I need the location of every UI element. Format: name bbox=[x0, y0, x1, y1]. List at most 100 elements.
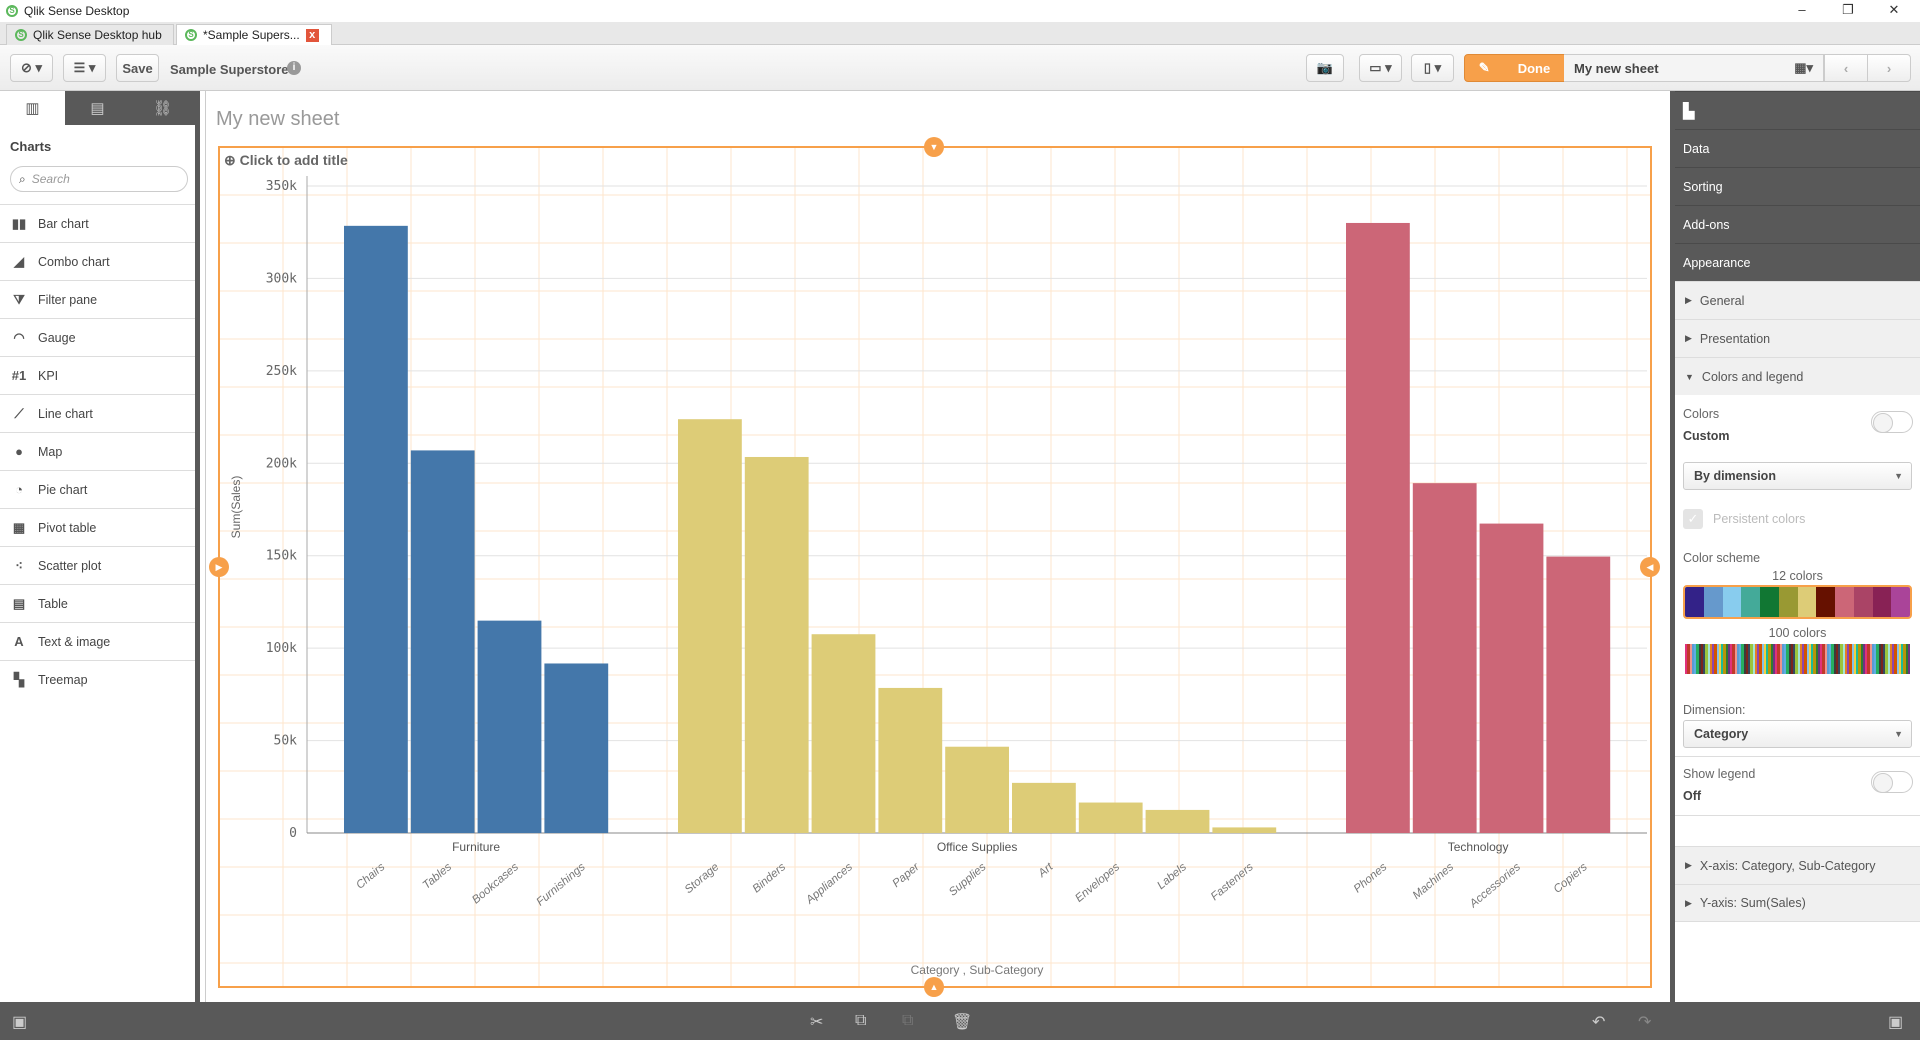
bar-phones bbox=[1346, 222, 1410, 833]
bar-paper bbox=[878, 687, 943, 833]
paste-icon[interactable]: ⧉ bbox=[902, 1012, 913, 1030]
dropdown-value: By dimension bbox=[1694, 469, 1776, 483]
color-swatch bbox=[1835, 587, 1854, 617]
bar-fasteners bbox=[1212, 827, 1277, 833]
dimension-dropdown[interactable]: Category ▼ bbox=[1683, 720, 1912, 748]
y-tick-label: 50k bbox=[274, 734, 298, 749]
x-group-label: Furniture bbox=[452, 840, 500, 854]
toggle-properties-panel-icon[interactable]: ▣ bbox=[1888, 1012, 1903, 1032]
color-swatch bbox=[1685, 587, 1704, 617]
properties-panel: ▙ Data Sorting Add-ons Appearance ▶ Gener… bbox=[1670, 91, 1920, 1002]
x-tick-label: Paper bbox=[891, 860, 923, 890]
color-scheme-100[interactable] bbox=[1683, 642, 1912, 676]
divider bbox=[1675, 756, 1920, 757]
undo-icon[interactable]: ↶ bbox=[1592, 1012, 1605, 1032]
plus-icon: ⊕ bbox=[224, 152, 236, 168]
color-swatch bbox=[1853, 587, 1873, 617]
color-swatch bbox=[1816, 587, 1835, 617]
colors-toggle[interactable] bbox=[1871, 411, 1913, 433]
chevron-down-icon: ▼ bbox=[1894, 471, 1903, 481]
caret-right-icon: ▶ bbox=[1685, 333, 1692, 343]
color-swatch bbox=[1741, 587, 1760, 617]
scheme-100-label: 100 colors bbox=[1768, 626, 1827, 640]
x-tick-label: Accessories bbox=[1467, 861, 1523, 911]
y-tick-label: 350k bbox=[266, 179, 297, 194]
color-scheme-label: Color scheme bbox=[1683, 551, 1761, 565]
caret-right-icon: ▶ bbox=[1685, 897, 1692, 908]
divider bbox=[1675, 815, 1920, 816]
dimension-label: Dimension: bbox=[1683, 703, 1746, 717]
color-swatch bbox=[1778, 587, 1798, 617]
label: Colors and legend bbox=[1701, 369, 1804, 384]
toggle-assets-panel-icon[interactable]: ▣ bbox=[12, 1012, 27, 1032]
bar-appliances bbox=[811, 634, 876, 833]
subsection-colors-legend[interactable]: ▼ Colors and legend bbox=[1675, 357, 1920, 395]
colors-label: Colors bbox=[1683, 407, 1720, 421]
add-title-button[interactable]: ⊕ Click to add title bbox=[224, 152, 348, 169]
x-tick-label: Appliances bbox=[803, 861, 855, 907]
resize-handle-top[interactable]: ▼ bbox=[924, 137, 944, 157]
chart-title-placeholder: Click to add title bbox=[239, 152, 348, 168]
show-legend-toggle[interactable] bbox=[1871, 771, 1913, 793]
bar-machines bbox=[1412, 483, 1477, 833]
color-scheme-12[interactable] bbox=[1683, 585, 1912, 619]
subsection-y-axis[interactable]: ▶ Y-axis: Sum(Sales) bbox=[1675, 884, 1920, 922]
bar-furnishings bbox=[544, 663, 609, 833]
x-tick-label: Chairs bbox=[354, 861, 387, 892]
bar-binders bbox=[744, 456, 809, 833]
subsection-presentation[interactable]: ▶ Presentation bbox=[1675, 319, 1920, 357]
color-swatch bbox=[1797, 587, 1817, 617]
caret-right-icon: ▶ bbox=[1685, 295, 1692, 305]
bar-supplies bbox=[945, 746, 1009, 833]
y-tick-label: 300k bbox=[266, 271, 297, 286]
y-axis-title: Sum(Sales) bbox=[229, 476, 243, 539]
bar-bookcases bbox=[477, 620, 542, 833]
y-tick-label: 250k bbox=[266, 364, 297, 379]
copy-icon[interactable]: ⧉ bbox=[855, 1012, 866, 1030]
colors-mode-dropdown[interactable]: By dimension ▼ bbox=[1683, 462, 1912, 490]
x-tick-label: Art bbox=[1036, 861, 1056, 881]
show-legend-value: Off bbox=[1683, 789, 1702, 803]
bar-storage bbox=[678, 419, 742, 833]
x-tick-label: Storage bbox=[683, 861, 722, 896]
colors-value: Custom bbox=[1683, 429, 1730, 443]
section-appearance[interactable]: Appearance bbox=[1675, 243, 1920, 281]
bar-envelopes bbox=[1078, 802, 1143, 833]
x-group-label: Office Supplies bbox=[937, 840, 1018, 854]
bar-copiers bbox=[1546, 556, 1611, 833]
resize-handle-bottom[interactable]: ▲ bbox=[924, 977, 944, 997]
x-tick-label: Tables bbox=[421, 861, 455, 892]
bar-chairs bbox=[344, 225, 408, 833]
label: X-axis: Category, Sub-Category bbox=[1699, 858, 1876, 873]
bar-art bbox=[1012, 782, 1076, 833]
y-tick-label: 100k bbox=[266, 641, 297, 656]
label: Presentation bbox=[1699, 331, 1771, 346]
section-data[interactable]: Data bbox=[1675, 129, 1920, 167]
x-tick-label: Furnishings bbox=[534, 861, 587, 909]
bar-tables bbox=[410, 450, 475, 833]
subsection-x-axis[interactable]: ▶ X-axis: Category, Sub-Category bbox=[1675, 846, 1920, 884]
redo-icon[interactable]: ↷ bbox=[1638, 1012, 1651, 1032]
show-legend-label: Show legend bbox=[1683, 767, 1756, 781]
persistent-colors-label: Persistent colors bbox=[1713, 512, 1806, 526]
persistent-colors-checkbox[interactable]: ✓ bbox=[1683, 509, 1703, 529]
bar-chart-icon: ▙ bbox=[1675, 91, 1920, 129]
cut-icon[interactable]: ✂ bbox=[810, 1012, 823, 1032]
section-addons[interactable]: Add-ons bbox=[1675, 205, 1920, 243]
subsection-general[interactable]: ▶ General bbox=[1675, 281, 1920, 319]
x-tick-label: Bookcases bbox=[470, 861, 521, 907]
scheme-12-label: 12 colors bbox=[1772, 569, 1823, 583]
label: Y-axis: Sum(Sales) bbox=[1699, 896, 1806, 910]
color-swatch bbox=[1872, 587, 1892, 617]
resize-handle-right[interactable]: ◀ bbox=[1640, 557, 1660, 577]
x-tick-label: Labels bbox=[1155, 861, 1189, 892]
color-swatch bbox=[1760, 587, 1779, 617]
caret-down-icon: ▼ bbox=[1685, 371, 1694, 382]
resize-handle-left[interactable]: ▶ bbox=[209, 557, 229, 577]
section-sorting[interactable]: Sorting bbox=[1675, 167, 1920, 205]
bottom-bar: ▣ ✂ ⧉ ⧉ 🗑 ↶ ↷ ▣ bbox=[0, 1002, 1920, 1040]
color-swatch bbox=[1703, 587, 1723, 617]
label: General bbox=[1699, 293, 1745, 308]
y-tick-label: 150k bbox=[266, 549, 297, 564]
delete-icon[interactable]: 🗑 bbox=[952, 1012, 972, 1032]
